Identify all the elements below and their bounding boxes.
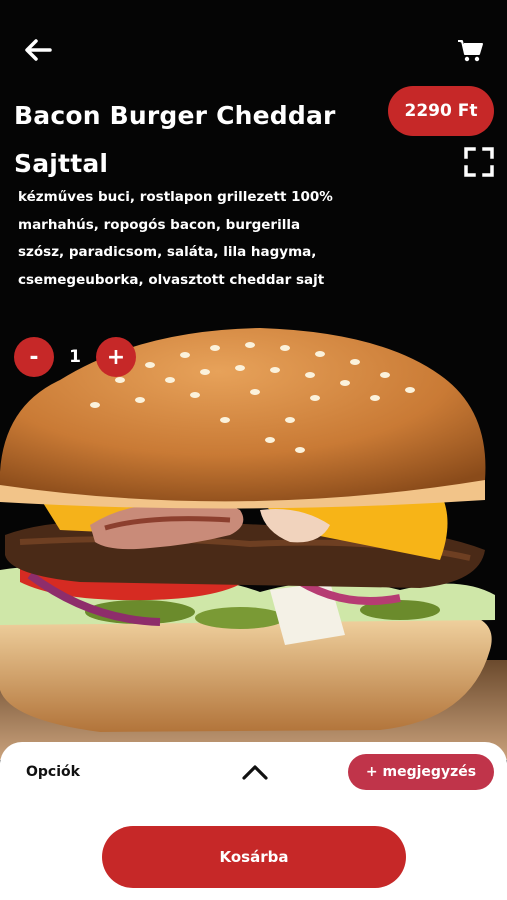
top-bar [0,0,507,90]
decrease-quantity-button[interactable]: - [14,337,54,377]
product-title: Bacon Burger Cheddar Sajttal [14,101,336,178]
product-description: kézműves buci, rostlapon grillezett 100%… [18,189,333,288]
increase-quantity-button[interactable]: + [96,337,136,377]
quantity-stepper: - 1 + [14,336,136,378]
product-image [0,328,507,760]
product-detail-screen: Bacon Burger Cheddar Sajttal 2290 Ft kéz… [0,0,507,900]
options-label: Opciók [26,764,80,780]
quantity-value: 1 [69,347,81,367]
fullscreen-icon[interactable] [463,146,495,178]
chevron-up-icon[interactable] [240,760,270,784]
add-note-button[interactable]: + megjegyzés [348,754,494,790]
add-to-cart-button[interactable]: Kosárba [102,826,406,888]
arrow-left-icon[interactable] [22,34,54,66]
bottom-sheet: Opciók + megjegyzés Kosárba [0,742,507,900]
shopping-cart-icon[interactable] [456,36,484,64]
price-badge: 2290 Ft [388,86,494,136]
